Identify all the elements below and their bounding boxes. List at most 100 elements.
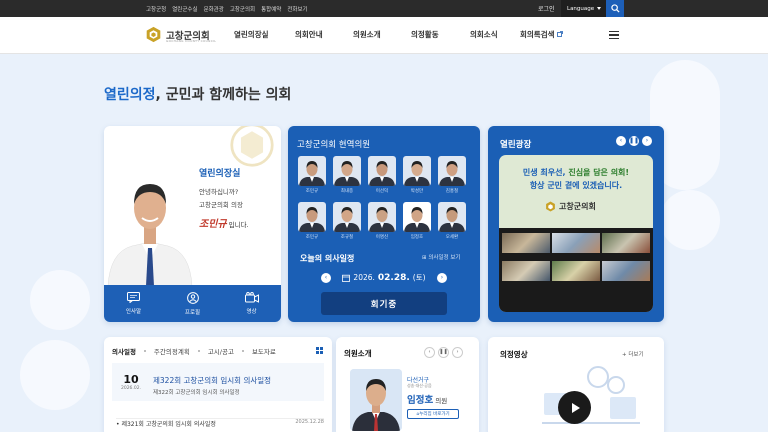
- prev-member-button[interactable]: ‹: [424, 347, 435, 358]
- agenda-title: 오늘의 의사일정: [300, 254, 355, 263]
- member-item[interactable]: 조민규: [298, 156, 326, 194]
- utility-link[interactable]: 고창군청: [146, 5, 166, 13]
- nav-item-activities[interactable]: 의정활동: [411, 29, 470, 40]
- greeting-line: 고창군의회 의장: [199, 201, 243, 209]
- page-slogan: 열린의정, 군민과 함께하는 의회: [104, 84, 291, 104]
- next-day-button[interactable]: ›: [436, 272, 447, 283]
- member-carousel-controls: ‹ ❚❚ ›: [424, 347, 463, 358]
- member-thumbnail: [403, 202, 431, 232]
- next-slide-button[interactable]: ›: [642, 136, 652, 146]
- play-button[interactable]: [558, 391, 591, 424]
- banner-text: 민생 최우선, 진심을 담은 의회! 항상 군민 곁에 있겠습니다.: [499, 166, 653, 192]
- member-name: 조민규: [305, 235, 319, 240]
- photo-thumbnail: [602, 233, 650, 253]
- site-header: 고창군의회 GOCHANG COUNTY COUNCIL 열린의장실 의회안내 …: [0, 17, 768, 54]
- menu-icon[interactable]: [609, 31, 619, 39]
- member-role: 의원: [433, 397, 448, 405]
- member-item[interactable]: 김홍철: [438, 156, 466, 194]
- member-item[interactable]: 임정호: [403, 202, 431, 240]
- prev-day-button[interactable]: ‹: [321, 272, 331, 283]
- member-item[interactable]: 이선덕: [368, 156, 396, 194]
- banner-line: 민생 최우선,: [522, 168, 569, 177]
- date-year: 2026.: [353, 273, 375, 282]
- profile-icon: [186, 291, 199, 304]
- language-label: Language: [567, 5, 595, 12]
- login-link[interactable]: 로그인: [538, 4, 555, 13]
- member-item[interactable]: 이명신: [368, 202, 396, 240]
- list-item[interactable]: • 제321회 고창군의회 임시회 의사일정 2025.12.28: [116, 418, 324, 428]
- tab-separator: [197, 350, 200, 352]
- members-title: 고창군의회 현역의원: [297, 140, 371, 150]
- open-square-card: 열린광장 ‹ ❚❚ › 민생 최우선, 진심을 담은 의회! 항상 군민 곁에 …: [488, 126, 664, 322]
- nav-item-news[interactable]: 의회소식: [470, 29, 520, 40]
- promo-banner[interactable]: 민생 최우선, 진심을 담은 의회! 항상 군민 곁에 있겠습니다. 고창군의회: [499, 155, 653, 312]
- utility-link[interactable]: 고창군의회: [230, 5, 255, 13]
- utility-link[interactable]: 통합예약: [261, 5, 281, 13]
- member-name: 이선덕: [375, 189, 389, 194]
- nav-item-minutes-search[interactable]: 회의록검색: [520, 29, 564, 40]
- featured-year-month: 2026.02.: [120, 386, 142, 391]
- chairman-card: 열린의장실 안녕하십니까? 고창군의회 의장 조민규 입니다. 인사말 프로필 …: [104, 126, 281, 322]
- tab-separator: [241, 350, 244, 352]
- tab-press[interactable]: 보도자료: [252, 346, 276, 356]
- featured-title[interactable]: 제322회 고창군의회 임시회 의사일정: [153, 375, 271, 386]
- agenda-more-link[interactable]: ⊞ 의사일정 보기: [422, 253, 460, 261]
- agenda-date-nav: ‹ 2026. 02.28. (토) ›: [321, 272, 447, 283]
- member-item[interactable]: 오세환: [438, 202, 466, 240]
- photo-thumbnail: [552, 261, 600, 281]
- chevron-right-icon: ›: [645, 137, 649, 144]
- chairman-signature: 조민규 입니다.: [199, 215, 249, 230]
- nav-item-members[interactable]: 의원소개: [353, 29, 411, 40]
- tab-notices[interactable]: 고시/공고: [208, 346, 234, 356]
- agenda-date: 2026. 02.28. (토): [342, 272, 426, 283]
- member-homepage-button[interactable]: ⌂ 누리집 바로가기: [407, 409, 459, 419]
- member-name: 임정호: [410, 235, 424, 240]
- members-grid: 조민규 최내종 이선덕 박성만 김홍철 조민규 조규철 이명신 임정호 오세환: [298, 156, 470, 240]
- calendar-icon: [342, 274, 351, 282]
- photo-thumbnail: [602, 261, 650, 281]
- list-item-date: 2025.12.28: [295, 419, 324, 425]
- nav-item-council-info[interactable]: 의회안내: [295, 29, 353, 40]
- grid-menu-icon[interactable]: [316, 347, 323, 354]
- member-item[interactable]: 최내종: [333, 156, 361, 194]
- banner-logo-text: 고창군의회: [559, 202, 596, 211]
- pause-icon: ❚❚: [628, 137, 640, 144]
- pause-button[interactable]: ❚❚: [438, 347, 449, 358]
- language-select[interactable]: Language: [561, 0, 606, 17]
- next-member-button[interactable]: ›: [452, 347, 463, 358]
- site-logo[interactable]: 고창군의회 GOCHANG COUNTY COUNCIL: [145, 26, 216, 43]
- chairman-photo: [104, 160, 196, 286]
- greeting-button[interactable]: 인사말: [104, 285, 163, 322]
- member-name: 오세환: [445, 235, 459, 240]
- nav-item-open-chair[interactable]: 열린의장실: [234, 29, 295, 40]
- tab-schedule[interactable]: 의사일정: [112, 346, 136, 356]
- featured-day: 10: [123, 373, 139, 386]
- photo-thumbnail: [552, 233, 600, 253]
- tab-weekly-plan[interactable]: 주간의정계획: [154, 346, 190, 356]
- member-item[interactable]: 박성만: [403, 156, 431, 194]
- member-thumbnail: [368, 202, 396, 232]
- member-thumbnail: [438, 202, 466, 232]
- speech-bubble-icon: [127, 292, 140, 303]
- pause-button[interactable]: ❚❚: [629, 136, 639, 146]
- member-item[interactable]: 조민규: [298, 202, 326, 240]
- council-emblem-icon: [546, 201, 555, 212]
- member-thumbnail: [333, 156, 361, 186]
- video-more-link[interactable]: + 더보기: [622, 350, 644, 358]
- utility-bar: 고창군청 열린군수실 문화관광 고창군의회 통합예약 전화보기 로그인 Lang…: [0, 0, 768, 17]
- member-name: 조규철: [340, 235, 354, 240]
- date-main: 02.28.: [377, 272, 410, 283]
- profile-button[interactable]: 프로필: [163, 285, 222, 322]
- chairman-greeting: 안녕하십니까? 고창군의회 의장: [199, 186, 243, 212]
- search-button[interactable]: [606, 0, 624, 17]
- member-name-text: 임정호: [407, 395, 434, 406]
- prev-slide-button[interactable]: ‹: [616, 136, 626, 146]
- play-icon: [571, 402, 580, 413]
- utility-link[interactable]: 열린군수실: [172, 5, 197, 13]
- video-button[interactable]: 영상: [222, 285, 281, 322]
- member-item[interactable]: 조규철: [333, 202, 361, 240]
- agenda-more-label: 의사일정 보기: [428, 255, 461, 261]
- bg-decoration: [30, 270, 90, 330]
- utility-link[interactable]: 문화관광: [204, 5, 224, 13]
- utility-link[interactable]: 전화보기: [287, 5, 307, 13]
